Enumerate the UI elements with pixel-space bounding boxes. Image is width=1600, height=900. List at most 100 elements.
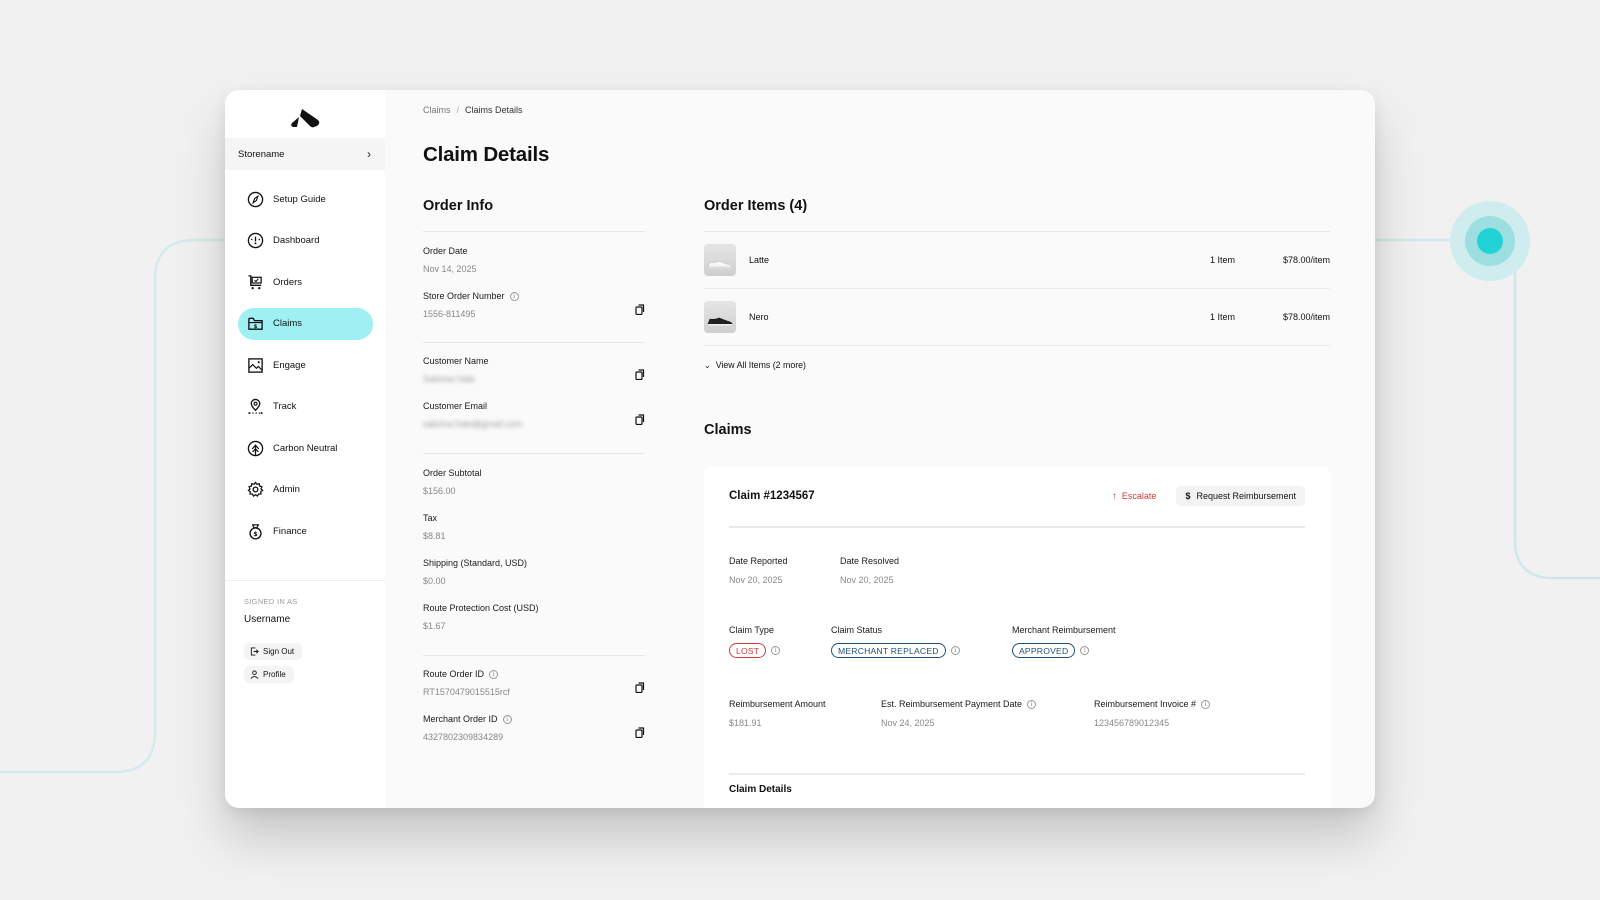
dollar-icon: $ [1185,491,1191,501]
divider [423,342,645,343]
claim-header: Claim #1234567 ↑ Escalate $ Request Reim… [729,466,1305,528]
breadcrumb-separator: / [456,105,460,115]
field-value: RT1570479015515rcf [423,687,510,697]
sidebar-item-label: Setup Guide [273,193,326,205]
view-all-label: View All Items (2 more) [715,360,806,370]
claim-details-title: Claim Details [729,784,792,795]
pulse-mid [1465,216,1515,266]
money-bag-icon: $ [246,522,264,540]
image-icon [246,356,264,374]
field-label: Merchant Reimbursement [1012,625,1116,635]
field-label: Reimbursement Invoice # i [1094,699,1211,709]
pulse-outer [1450,201,1530,281]
sidebar-item-label: Carbon Neutral [273,442,338,454]
field-value: $0.00 [423,576,446,586]
field-label: Claim Status [831,625,883,635]
sidebar-item-track[interactable]: Track [238,391,373,423]
copy-icon[interactable] [635,414,645,425]
field-label: Customer Email [423,401,488,411]
field-value: Nov 24, 2025 [881,718,935,728]
sidebar-item-setup-guide[interactable]: Setup Guide [238,183,373,215]
info-icon[interactable]: i [950,646,960,655]
route-logo[interactable] [225,90,385,138]
divider [423,231,645,232]
sidebar-nav: Setup Guide Dashboard Orders $ Claims En… [225,170,385,547]
divider [729,773,1305,775]
app-window: Storename › Setup Guide Dashboard Orders… [225,90,1375,808]
info-icon[interactable]: i [1080,646,1090,655]
profile-label: Profile [263,670,286,679]
reimbursement-row: Reimbursement Amount $181.91 Est. Reimbu… [729,699,1211,728]
main-content: Claims / Claims Details Claim Details Orde… [385,90,1375,808]
svg-text:$: $ [253,324,257,330]
protection-cost-field: Route Protection Cost (USD) $1.67 [423,603,645,631]
claim-dates-row: Date Reported Nov 20, 2025 Date Resolved… [729,556,899,585]
merchant-reimbursement-badge: APPROVED [1012,643,1076,658]
field-label: Order Subtotal [423,468,482,478]
sidebar-item-admin[interactable]: Admin [238,474,373,506]
sidebar-item-orders[interactable]: Orders [238,266,373,298]
item-price: $78.00/item [1282,255,1330,265]
claim-type-badge: LOST [729,643,767,658]
copy-icon[interactable] [635,369,645,380]
label-text: Route Order ID [423,669,485,679]
order-item-row[interactable]: Nero 1 Item $78.00/item [704,289,1330,346]
route-order-id-field: Route Order ID i RT1570479015515rcf [423,669,645,697]
info-icon[interactable]: i [1027,699,1037,709]
info-icon[interactable]: i [509,291,519,301]
label-text: Merchant Order ID [423,714,498,724]
field-label: Customer Name [423,356,489,366]
sign-out-button[interactable]: Sign Out [244,643,303,660]
sidebar-item-finance[interactable]: $ Finance [238,515,373,547]
breadcrumb-claims-link[interactable]: Claims [423,105,451,115]
location-pin-icon [246,398,264,416]
store-selector[interactable]: Storename › [225,138,385,170]
sidebar-item-label: Dashboard [273,235,320,246]
field-value: Nov 20, 2025 [840,575,894,585]
sidebar-item-carbon-neutral[interactable]: Carbon Neutral [238,432,373,464]
sneaker-image [707,260,733,269]
sidebar-item-engage[interactable]: Engage [238,349,373,381]
field-label: Route Protection Cost (USD) [423,603,539,613]
copy-icon[interactable] [635,682,645,693]
sidebar-item-label: Track [273,401,297,412]
pulse-dot [1477,228,1503,254]
field-label: Date Reported [729,556,788,566]
field-value: 1556-811495 [423,309,476,319]
info-icon[interactable]: i [502,714,512,724]
order-item-row[interactable]: Latte 1 Item $78.00/item [704,232,1330,289]
field-value: $8.81 [423,531,446,541]
field-label: Date Resolved [840,556,900,566]
escalate-button[interactable]: ↑ Escalate [1112,491,1157,502]
page-title: Claim Details [423,143,550,166]
profile-button[interactable]: Profile [244,666,294,683]
copy-icon[interactable] [635,304,645,315]
field-label: Order Date [423,246,468,256]
merchant-order-id-field: Merchant Order ID i 4327802309834289 [423,714,645,742]
date-resolved-field: Date Resolved Nov 20, 2025 [840,556,899,585]
product-thumbnail [704,301,736,333]
claim-status-row: Claim Type LOST i Claim Status MERCHANT … [729,625,1116,658]
field-label: Shipping (Standard, USD) [423,558,528,568]
compass-icon [246,190,264,208]
info-icon[interactable]: i [1201,699,1211,709]
info-icon[interactable]: i [489,669,499,679]
est-payment-date-field: Est. Reimbursement Payment Date i Nov 24,… [881,699,1094,728]
chevron-right-icon: › [367,147,371,161]
sneaker-image [707,317,733,326]
username: Username [244,614,291,625]
field-label: Claim Type [729,625,774,635]
divider [423,453,645,454]
item-name: Nero [749,312,769,322]
arrow-up-icon: ↑ [1111,490,1117,502]
claim-status-field: Claim Status MERCHANT REPLACED i [831,625,1012,658]
sidebar-item-claims[interactable]: $ Claims [238,307,373,340]
view-all-items-button[interactable]: ⌄ View All Items (2 more) [704,360,1330,370]
sidebar-item-dashboard[interactable]: Dashboard [238,225,373,257]
info-icon[interactable]: i [771,646,781,655]
copy-icon[interactable] [635,727,645,738]
breadcrumb: Claims / Claims Details [423,105,523,115]
field-label: Est. Reimbursement Payment Date i [881,699,1094,709]
request-reimbursement-button[interactable]: $ Request Reimbursement [1176,486,1305,506]
account-section: SIGNED IN AS Username Sign Out Profile [225,580,385,699]
